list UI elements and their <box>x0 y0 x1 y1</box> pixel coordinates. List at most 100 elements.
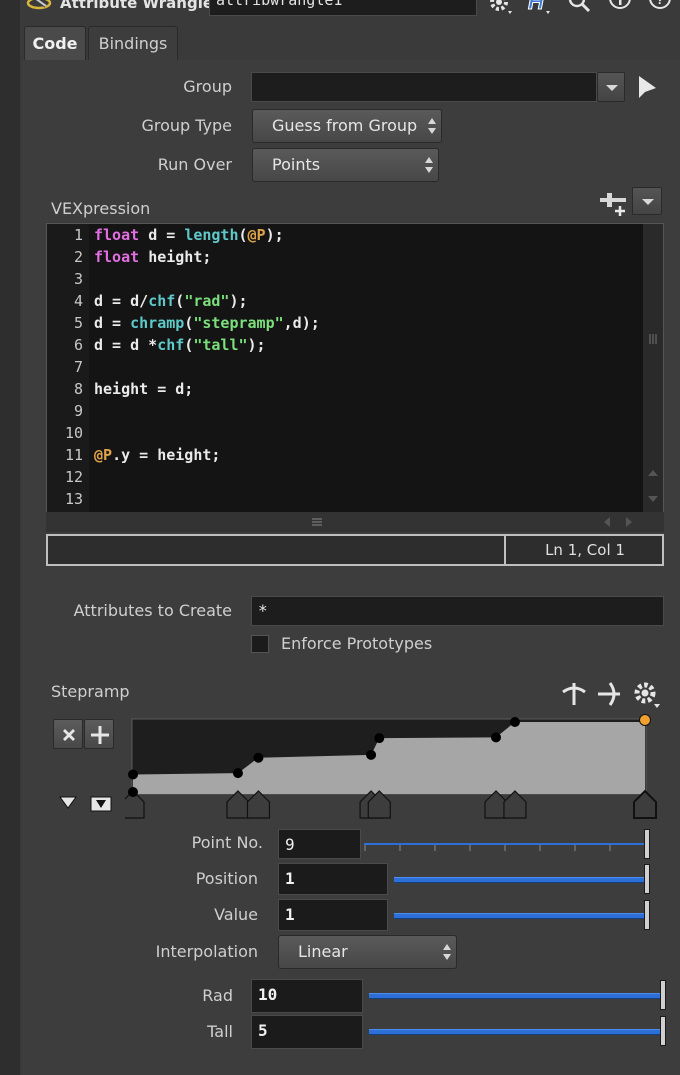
code-line: height = d; <box>94 380 193 398</box>
rad-slider-handle[interactable] <box>660 980 666 1010</box>
gear-icon[interactable] <box>486 0 512 16</box>
run-over-value: Points <box>272 155 321 174</box>
code-token: ( <box>184 336 194 354</box>
editor-vertical-scrollbar[interactable] <box>643 224 663 512</box>
value-label: Value <box>214 905 258 924</box>
code-line: d = d *chf("tall"); <box>94 336 266 354</box>
node-name-field[interactable]: attribwrangle1 <box>209 0 477 16</box>
interpolation-menu[interactable]: Linear <box>278 935 457 969</box>
run-over-menu[interactable]: Points <box>252 148 439 182</box>
tab-bindings[interactable]: Bindings <box>88 26 178 60</box>
editor-status-bar: Ln 1, Col 1 <box>46 534 664 566</box>
position-field[interactable]: 1 <box>278 863 388 895</box>
ramp-point[interactable] <box>128 769 138 780</box>
ramp-load-preset-icon[interactable] <box>90 795 112 813</box>
code-token: ( <box>184 314 194 332</box>
ramp-point-selected[interactable] <box>639 714 651 726</box>
line-number: 13 <box>64 490 83 508</box>
scroll-grip-icon <box>648 334 658 502</box>
line-number: 11 <box>64 446 83 464</box>
group-type-menu[interactable]: Guess from Group <box>252 109 442 143</box>
ramp-point[interactable] <box>509 717 520 727</box>
rad-field[interactable]: 10 <box>251 979 363 1013</box>
point-no-field[interactable]: 9 <box>278 829 361 859</box>
tall-slider-handle[interactable] <box>660 1016 666 1046</box>
close-icon <box>63 729 75 741</box>
search-icon[interactable] <box>568 0 592 16</box>
code-token: float <box>94 226 140 244</box>
position-slider-handle[interactable] <box>644 864 650 894</box>
point-no-slider-ticks <box>364 845 611 851</box>
code-line: @P.y = height; <box>94 446 220 464</box>
ramp-collapse-icon[interactable] <box>58 795 78 811</box>
ramp-label: Stepramp <box>51 682 130 701</box>
updown-arrows-icon <box>428 118 436 134</box>
rad-slider-track[interactable] <box>369 993 660 999</box>
ramp-delete-point-button[interactable] <box>53 719 83 749</box>
editor-horizontal-scrollbar[interactable] <box>46 512 664 532</box>
line-number: 5 <box>73 314 83 332</box>
snippet-dropdown-button[interactable] <box>632 187 662 215</box>
cursor-position: Ln 1, Col 1 <box>545 541 625 559</box>
value-field[interactable]: 1 <box>278 899 388 931</box>
line-number: 1 <box>73 226 83 244</box>
line-number: 6 <box>73 336 83 354</box>
ramp-position-handle[interactable] <box>633 789 657 819</box>
code-token: "stepramp" <box>193 314 284 332</box>
group-field[interactable] <box>251 72 597 102</box>
plus-icon <box>91 726 109 744</box>
line-number: 2 <box>73 248 83 266</box>
code-editor[interactable]: 1 2 3 4 5 6 7 8 9 10 11 12 13 float d = … <box>46 223 664 513</box>
ramp-flip-horizontal-icon[interactable] <box>596 680 624 708</box>
code-token: d = <box>94 314 122 332</box>
insert-snippet-icon[interactable] <box>598 190 628 218</box>
code-token: d = d/ <box>94 292 149 310</box>
position-slider-track[interactable] <box>394 877 644 883</box>
code-token: .y = height; <box>112 446 221 464</box>
run-over-label: Run Over <box>157 155 232 174</box>
ramp-point[interactable] <box>374 733 385 744</box>
ramp-point[interactable] <box>253 752 264 763</box>
code-line: float height; <box>94 248 211 266</box>
ramp-flip-vertical-icon[interactable] <box>560 680 588 708</box>
tab-code[interactable]: Code <box>24 26 86 60</box>
left-pane-strip <box>0 0 20 1075</box>
ramp-add-point-button[interactable] <box>84 719 114 749</box>
code-line: float d = length(@P); <box>94 226 284 244</box>
code-token: height = d; <box>94 380 194 398</box>
code-token: ( <box>175 292 185 310</box>
code-line: d = chramp("stepramp",d); <box>94 314 320 332</box>
tall-label: Tall <box>207 1022 233 1041</box>
node-type-label: Attribute Wrangle <box>60 0 214 12</box>
ramp-editor[interactable] <box>125 712 660 824</box>
help-h-icon[interactable]: H <box>526 0 550 16</box>
ramp-gear-icon[interactable] <box>632 680 662 710</box>
value-slider-track[interactable] <box>394 913 644 919</box>
ramp-point[interactable] <box>232 768 243 779</box>
code-token: chf <box>157 336 185 354</box>
ramp-point[interactable] <box>491 732 502 743</box>
group-dropdown-button[interactable] <box>597 72 625 102</box>
code-token: "rad" <box>184 292 230 310</box>
tall-field[interactable]: 5 <box>251 1015 363 1049</box>
ramp-position-handle[interactable] <box>503 790 527 819</box>
code-token: d = d * <box>94 336 158 354</box>
code-token: chramp <box>130 314 185 332</box>
help-icon[interactable]: ? <box>648 0 672 16</box>
point-no-slider-handle[interactable] <box>644 829 650 859</box>
ramp-position-handle[interactable] <box>246 790 271 819</box>
code-token: ); <box>265 226 284 244</box>
tall-slider-track[interactable] <box>369 1029 660 1035</box>
line-number: 3 <box>73 270 83 288</box>
code-line: d = d/chf("rad"); <box>94 292 248 310</box>
info-icon[interactable] <box>608 0 632 16</box>
attributes-field[interactable]: * <box>251 596 664 626</box>
enforce-prototypes-checkbox[interactable] <box>251 635 269 653</box>
code-token: ); <box>229 292 248 310</box>
ramp-point[interactable] <box>128 787 138 797</box>
value-slider-handle[interactable] <box>644 900 650 930</box>
line-number: 7 <box>73 358 83 376</box>
ramp-point[interactable] <box>366 749 377 760</box>
ramp-position-handle[interactable] <box>226 790 250 819</box>
select-arrow-icon[interactable] <box>636 74 660 102</box>
